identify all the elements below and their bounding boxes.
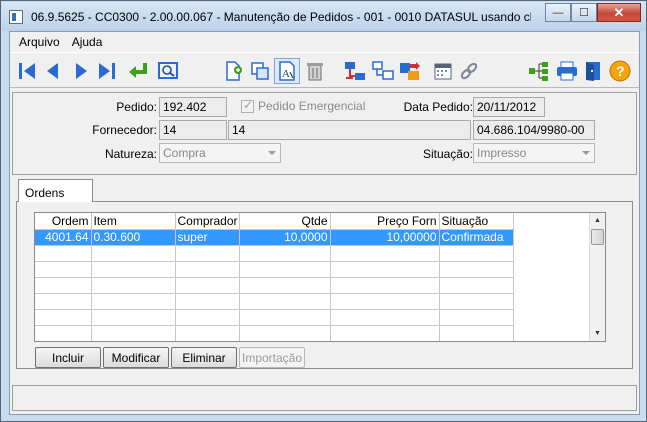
cell-qtde: 10,0000 xyxy=(239,229,331,246)
menu-arquivo[interactable]: Arquivo xyxy=(13,35,66,49)
toolbar: A ? xyxy=(10,52,639,88)
client-area: Arquivo Ajuda A ? Pedido: 192.402 ✓ Pedi… xyxy=(9,31,640,415)
export-icon[interactable] xyxy=(397,58,423,84)
natureza-value: Compra xyxy=(163,146,206,160)
delete-icon[interactable] xyxy=(302,58,328,84)
relationship-icon[interactable] xyxy=(342,58,368,84)
help-icon[interactable]: ? xyxy=(607,58,633,84)
tab-area: Ordens Ordem Item Comprador Qtde Preço F… xyxy=(12,179,637,370)
column-header-ordem[interactable]: Ordem xyxy=(35,213,92,230)
grid-button-row: Incluir Modificar Eliminar Importação xyxy=(35,347,307,368)
application-window: 06.9.5625 - CC0300 - 2.00.00.067 - Manut… xyxy=(0,0,647,422)
order-header-panel: Pedido: 192.402 Pedido Emergencial Data … xyxy=(12,92,637,175)
pedido-label: Pedido: xyxy=(116,100,157,114)
column-header-item[interactable]: Item xyxy=(91,213,176,230)
cell-item: 0.30.600 xyxy=(91,229,176,246)
app-icon xyxy=(9,10,23,24)
previous-record-icon[interactable] xyxy=(40,58,66,84)
cell-comprador: super xyxy=(175,229,240,246)
fornecedor-name-field[interactable]: 14 xyxy=(228,120,471,140)
chevron-down-icon xyxy=(268,151,276,155)
checkbox-check-icon xyxy=(241,98,254,113)
table-row-empty xyxy=(35,341,513,342)
first-record-icon[interactable] xyxy=(14,58,40,84)
data-pedido-field[interactable]: 20/11/2012 xyxy=(473,97,545,117)
pedido-emergencial-checkbox[interactable]: Pedido Emergencial xyxy=(241,98,366,113)
maximize-button[interactable]: ☐ xyxy=(571,3,597,22)
orders-table: Ordem Item Comprador Qtde Preço Forn Sit… xyxy=(35,213,514,342)
network-icon[interactable] xyxy=(370,58,396,84)
status-bar xyxy=(12,385,637,411)
importacao-button[interactable]: Importação xyxy=(239,347,305,368)
orders-grid[interactable]: Ordem Item Comprador Qtde Preço Forn Sit… xyxy=(34,212,606,342)
last-record-icon[interactable] xyxy=(94,58,120,84)
copy-icon[interactable] xyxy=(247,58,273,84)
natureza-label: Natureza: xyxy=(104,147,157,161)
ordens-tab-panel: Ordem Item Comprador Qtde Preço Forn Sit… xyxy=(16,201,633,369)
scroll-down-arrow-icon[interactable]: ▼ xyxy=(590,326,605,341)
new-document-icon[interactable] xyxy=(220,58,246,84)
pedido-field[interactable]: 192.402 xyxy=(159,97,227,117)
fornecedor-cnpj-field[interactable]: 04.686.104/9980-00 xyxy=(473,120,595,140)
column-header-comprador[interactable]: Comprador xyxy=(175,213,240,230)
situacao-value: Impresso xyxy=(477,146,527,160)
table-row-empty xyxy=(35,309,514,326)
incluir-button[interactable]: Incluir xyxy=(35,347,101,368)
go-to-icon[interactable] xyxy=(126,58,152,84)
cell-ordem: 4001.64 xyxy=(35,229,92,246)
calendar-icon[interactable] xyxy=(430,58,456,84)
cell-preco-forn: 10,00000 xyxy=(330,229,440,246)
link-icon[interactable] xyxy=(456,58,482,84)
pedido-emergencial-label: Pedido Emergencial xyxy=(258,99,366,113)
fornecedor-label: Fornecedor: xyxy=(92,123,157,137)
table-row-empty xyxy=(35,277,514,294)
svg-text:A: A xyxy=(282,68,290,80)
search-icon[interactable] xyxy=(155,58,181,84)
cell-situacao: Confirmada xyxy=(439,229,514,246)
close-button[interactable]: ✕ xyxy=(597,3,641,22)
eliminar-button[interactable]: Eliminar xyxy=(171,347,237,368)
next-record-icon[interactable] xyxy=(68,58,94,84)
grid-vertical-scrollbar[interactable]: ▲ ▼ xyxy=(589,213,605,341)
chevron-down-icon xyxy=(582,151,590,155)
svg-text:?: ? xyxy=(616,63,625,79)
menu-bar: Arquivo Ajuda xyxy=(10,32,639,51)
menu-ajuda[interactable]: Ajuda xyxy=(66,35,109,49)
edit-icon[interactable]: A xyxy=(274,58,300,84)
table-row[interactable]: 4001.64 0.30.600 super 10,0000 10,00000 … xyxy=(35,229,514,246)
table-row-empty xyxy=(35,245,514,262)
scrollbar-thumb[interactable] xyxy=(591,229,604,245)
column-header-qtde[interactable]: Qtde xyxy=(239,213,331,230)
data-pedido-label: Data Pedido: xyxy=(403,100,473,114)
minimize-button[interactable]: — xyxy=(545,3,571,22)
tab-ordens[interactable]: Ordens xyxy=(18,179,93,202)
table-row-empty xyxy=(35,325,514,341)
table-row-empty xyxy=(35,261,514,278)
situacao-select[interactable]: Impresso xyxy=(473,143,595,163)
table-row-empty xyxy=(35,293,514,310)
title-bar[interactable]: 06.9.5625 - CC0300 - 2.00.00.067 - Manut… xyxy=(2,2,646,31)
modificar-button[interactable]: Modificar xyxy=(103,347,169,368)
caption-buttons: — ☐ ✕ xyxy=(545,3,641,22)
print-icon[interactable] xyxy=(554,58,580,84)
natureza-select[interactable]: Compra xyxy=(159,143,281,163)
window-title: 06.9.5625 - CC0300 - 2.00.00.067 - Manut… xyxy=(31,10,531,24)
hierarchy-icon[interactable] xyxy=(526,58,552,84)
table-header-row: Ordem Item Comprador Qtde Preço Forn Sit… xyxy=(35,213,514,230)
fornecedor-code-field[interactable]: 14 xyxy=(159,120,227,140)
situacao-label: Situação: xyxy=(422,147,473,161)
column-header-preco-forn[interactable]: Preço Forn xyxy=(330,213,440,230)
column-header-situacao[interactable]: Situação xyxy=(439,213,514,230)
exit-icon[interactable] xyxy=(580,58,606,84)
scroll-up-arrow-icon[interactable]: ▲ xyxy=(590,213,605,228)
